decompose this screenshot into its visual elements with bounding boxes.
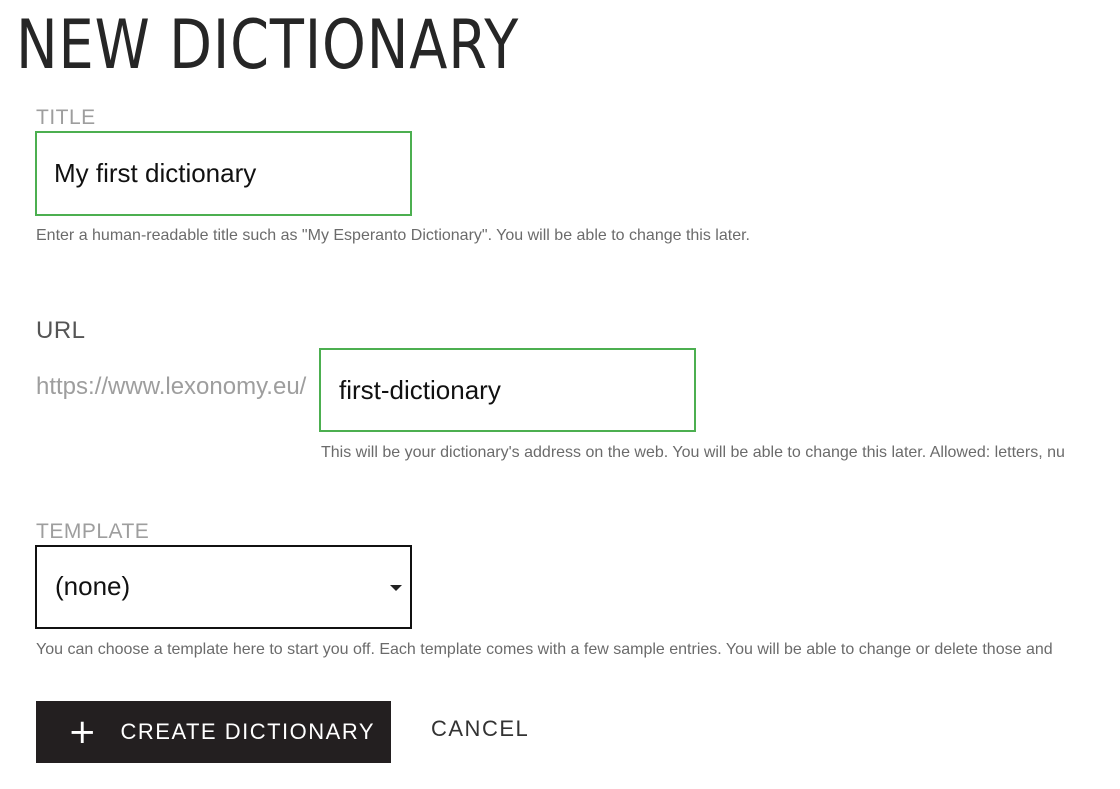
template-helper-text: You can choose a template here to start …	[36, 641, 1053, 658]
title-input[interactable]	[37, 133, 410, 214]
create-dictionary-button[interactable]: + CREATE DICTIONARY	[36, 701, 391, 763]
url-field-box	[319, 348, 696, 432]
url-label: URL	[36, 317, 86, 344]
chevron-down-icon	[390, 585, 402, 591]
new-dictionary-page: NEW DICTIONARY TITLE Enter a human-reada…	[0, 0, 1120, 789]
template-label: TEMPLATE	[36, 520, 150, 543]
url-input[interactable]	[321, 350, 694, 430]
title-helper-text: Enter a human-readable title such as "My…	[36, 227, 750, 244]
cancel-button[interactable]: CANCEL	[431, 716, 529, 742]
template-select[interactable]: (none)	[35, 545, 412, 629]
create-dictionary-label: CREATE DICTIONARY	[120, 719, 375, 744]
page-title: NEW DICTIONARY	[16, 6, 520, 85]
title-field-box	[35, 131, 412, 216]
url-helper-text: This will be your dictionary's address o…	[321, 444, 1065, 461]
template-selected-value: (none)	[55, 571, 131, 601]
url-prefix: https://www.lexonomy.eu/	[36, 373, 307, 400]
title-label: TITLE	[36, 106, 96, 129]
plus-icon: +	[68, 712, 97, 752]
